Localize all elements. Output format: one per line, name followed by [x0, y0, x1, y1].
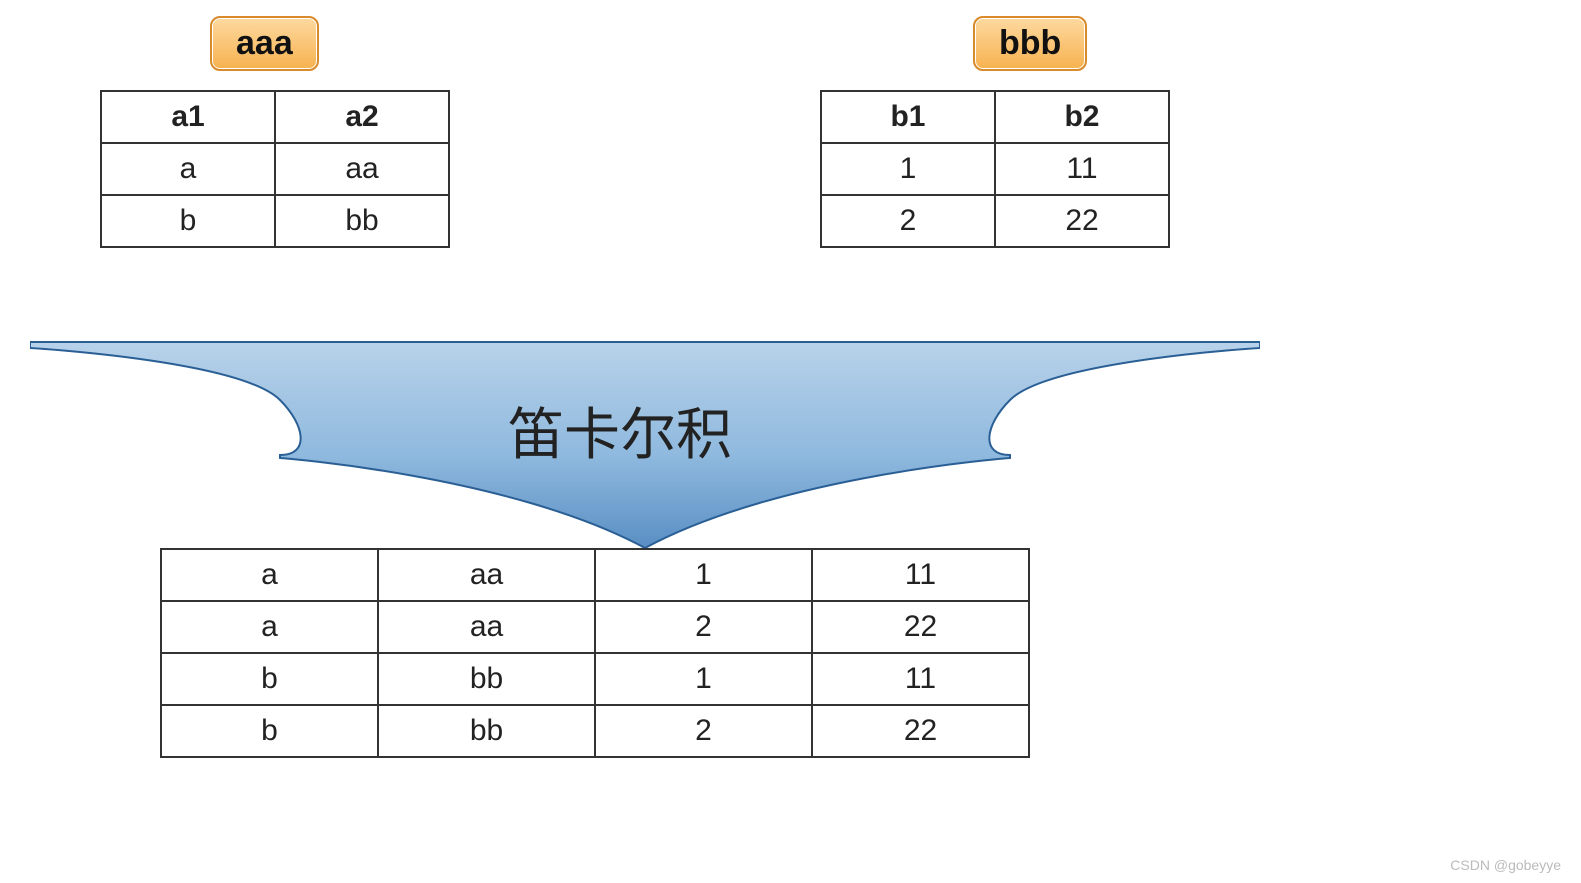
- table-cell: aa: [275, 143, 449, 195]
- table-a-header: a1: [101, 91, 275, 143]
- table-row: b bb 1 11: [161, 653, 1029, 705]
- table-cell: aa: [378, 601, 595, 653]
- table-cell: 11: [812, 653, 1029, 705]
- table-cell: b: [161, 705, 378, 757]
- table-b-header: b1: [821, 91, 995, 143]
- table-b-header: b2: [995, 91, 1169, 143]
- table-cell: 22: [812, 705, 1029, 757]
- table-cell: 2: [821, 195, 995, 247]
- table-row: a aa 2 22: [161, 601, 1029, 653]
- table-cell: 22: [995, 195, 1169, 247]
- table-b: b1 b2 1 11 2 22: [820, 90, 1170, 248]
- table-cell: bb: [378, 653, 595, 705]
- table-row: b bb 2 22: [161, 705, 1029, 757]
- table-a: a1 a2 a aa b bb: [100, 90, 450, 248]
- table-cell: a: [101, 143, 275, 195]
- table-cell: 11: [995, 143, 1169, 195]
- table-row: 2 22: [821, 195, 1169, 247]
- table-a-header-row: a1 a2: [101, 91, 449, 143]
- result-table: a aa 1 11 a aa 2 22 b bb 1 11 b bb 2 22: [160, 548, 1030, 758]
- table-cell: b: [101, 195, 275, 247]
- table-cell: aa: [378, 549, 595, 601]
- table-row: a aa: [101, 143, 449, 195]
- table-cell: 2: [595, 601, 812, 653]
- table-row: b bb: [101, 195, 449, 247]
- table-cell: 1: [595, 653, 812, 705]
- table-row: 1 11: [821, 143, 1169, 195]
- table-cell: b: [161, 653, 378, 705]
- table-cell: 1: [821, 143, 995, 195]
- table-b-header-row: b1 b2: [821, 91, 1169, 143]
- table-row: a aa 1 11: [161, 549, 1029, 601]
- table-cell: bb: [378, 705, 595, 757]
- table-a-title-pill: aaa: [210, 16, 319, 71]
- arrow-label: 笛卡尔积: [420, 390, 820, 471]
- table-b-title-pill: bbb: [973, 16, 1087, 71]
- table-cell: 22: [812, 601, 1029, 653]
- table-cell: 2: [595, 705, 812, 757]
- watermark-text: CSDN @gobeyye: [1450, 857, 1561, 873]
- table-cell: 1: [595, 549, 812, 601]
- table-cell: a: [161, 549, 378, 601]
- table-cell: bb: [275, 195, 449, 247]
- table-cell: 11: [812, 549, 1029, 601]
- table-a-header: a2: [275, 91, 449, 143]
- table-cell: a: [161, 601, 378, 653]
